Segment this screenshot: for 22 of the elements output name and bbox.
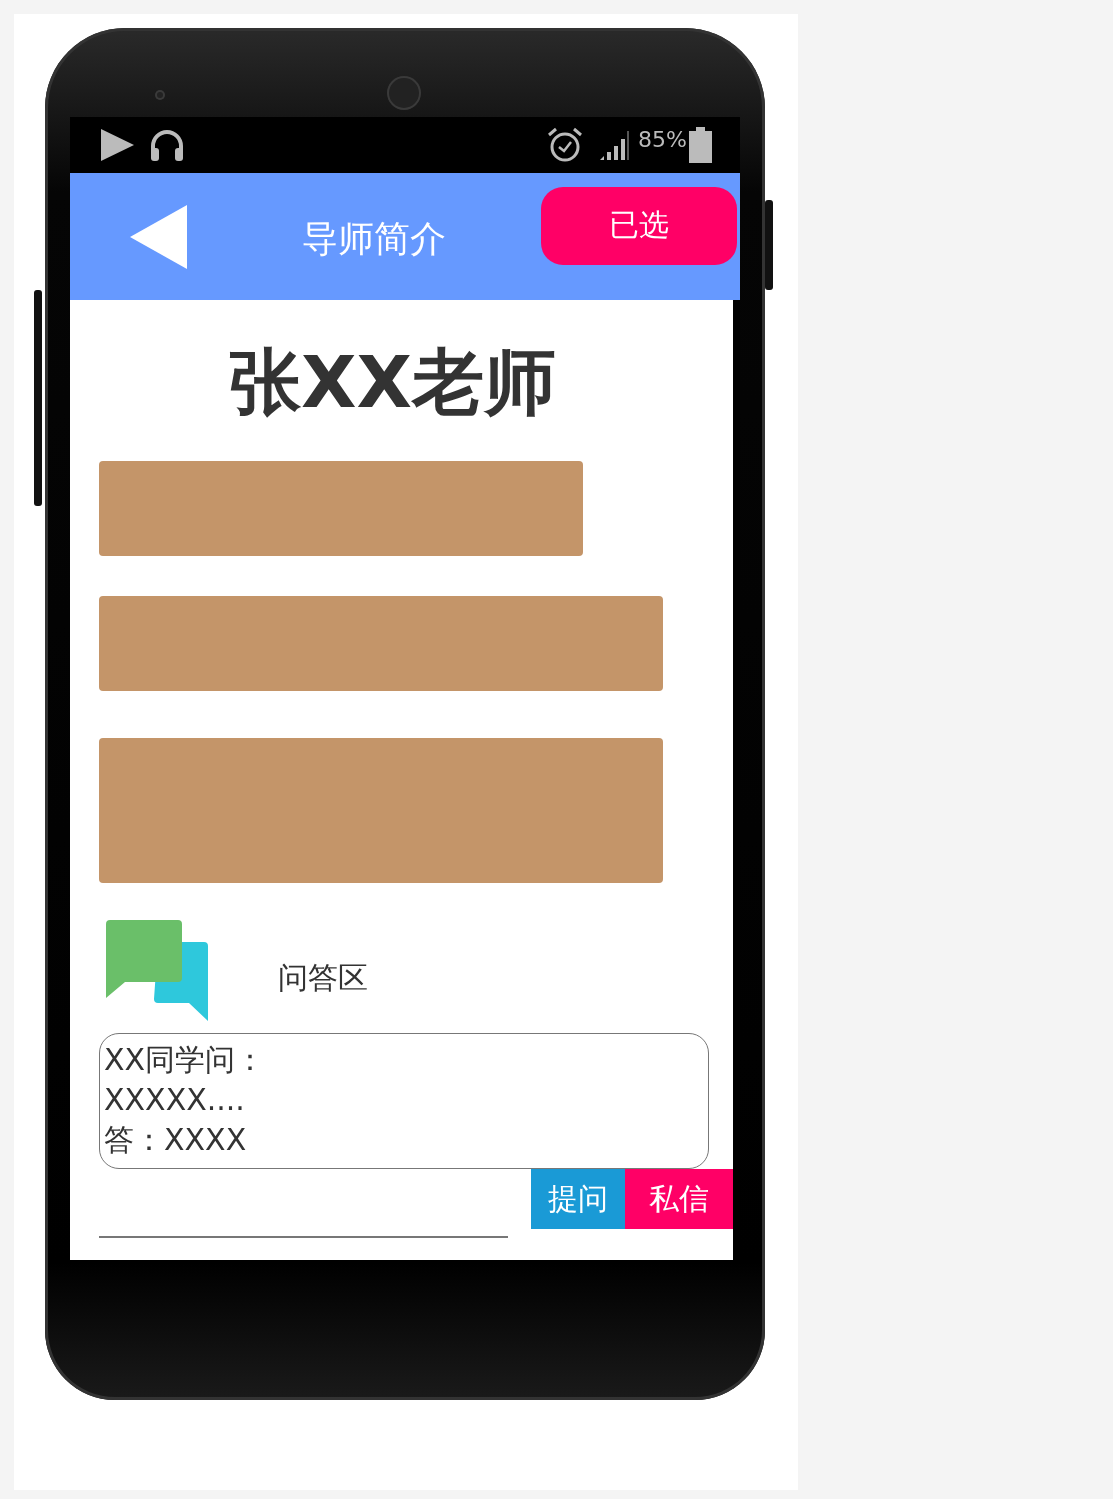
qa-text: XX同学问： — [104, 1041, 267, 1079]
play-icon — [100, 128, 135, 162]
side-button[interactable] — [34, 290, 42, 506]
chat-bubbles-icon — [106, 920, 209, 1021]
message-button[interactable]: 私信 — [625, 1169, 733, 1229]
teacher-name: 张XX老师 — [229, 339, 557, 426]
signal-icon — [598, 129, 631, 161]
speaker-icon — [387, 76, 421, 110]
qa-text: XXXXX.... — [104, 1081, 246, 1119]
ask-button[interactable]: 提问 — [531, 1169, 625, 1229]
qa-section-title: 问答区 — [278, 959, 368, 997]
battery-percent: 85% — [638, 127, 687, 152]
back-icon[interactable] — [130, 204, 187, 269]
alarm-icon — [546, 127, 585, 163]
selected-button[interactable]: 已选 — [541, 186, 737, 265]
headphones-icon — [149, 128, 185, 162]
camera-icon — [155, 90, 165, 100]
qa-text: 答：XXXX — [104, 1121, 248, 1159]
side-button[interactable] — [765, 200, 773, 290]
page-title: 导师简介 — [302, 217, 446, 261]
input-line[interactable] — [99, 1236, 508, 1238]
battery-icon — [689, 127, 712, 163]
